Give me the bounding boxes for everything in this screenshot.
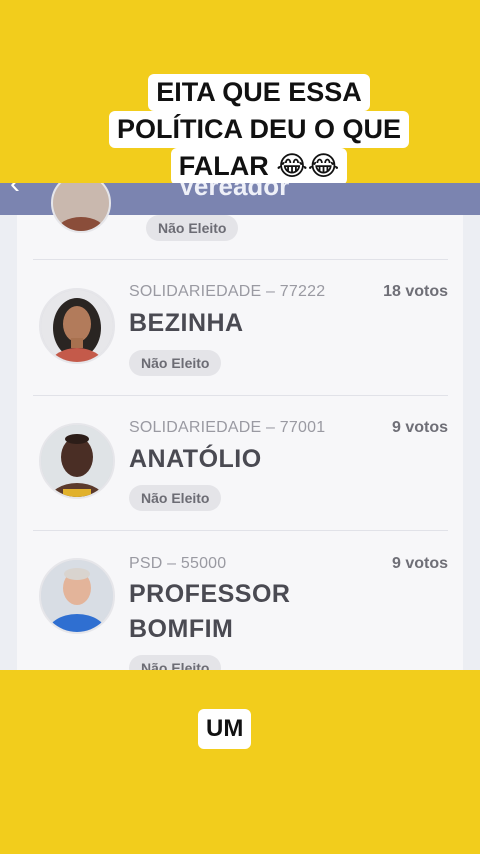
divider	[33, 259, 448, 260]
header-title: Vereador	[178, 183, 290, 201]
avatar	[39, 558, 115, 634]
candidate-votes: 9 votos	[391, 555, 448, 572]
candidate-votes: 9 votos	[391, 419, 448, 436]
app-screen: ‹ Vereador Não Eleito SOLIDARIEDADE – 77…	[0, 183, 480, 670]
caption-line-3: FALAR 😂😂	[170, 148, 348, 185]
caption-top: EITA QUE ESSA POLÍTICA DEU O QUE FALAR 😂…	[108, 74, 410, 185]
avatar	[39, 423, 115, 499]
caption-line-2: POLÍTICA DEU O QUE	[108, 111, 409, 148]
candidate-name-line-2: BOMFIM	[129, 615, 234, 643]
candidate-name: BEZINHA	[129, 309, 244, 337]
avatar	[51, 183, 111, 233]
caption-line-1: EITA QUE ESSA	[148, 74, 370, 111]
chevron-left-icon[interactable]: ‹	[10, 183, 20, 199]
divider	[33, 395, 448, 396]
status-badge: Não Eleito	[129, 655, 222, 670]
status-badge: Não Eleito	[129, 485, 222, 511]
candidate-party: PSD – 55000	[129, 555, 227, 572]
status-badge: Não Eleito	[129, 350, 222, 376]
caption-bottom: UM	[198, 709, 252, 749]
avatar	[39, 288, 115, 364]
candidate-name: ANATÓLIO	[129, 445, 262, 473]
candidate-votes: 18 votos	[383, 283, 448, 300]
candidate-list: Não Eleito SOLIDARIEDADE – 77222 18 voto…	[17, 183, 463, 670]
candidate-party: SOLIDARIEDADE – 77222	[129, 283, 326, 300]
divider	[33, 530, 448, 531]
candidate-party: SOLIDARIEDADE – 77001	[129, 419, 326, 436]
candidate-name-line-1: PROFESSOR	[129, 580, 291, 608]
status-badge: Não Eleito	[146, 215, 239, 241]
